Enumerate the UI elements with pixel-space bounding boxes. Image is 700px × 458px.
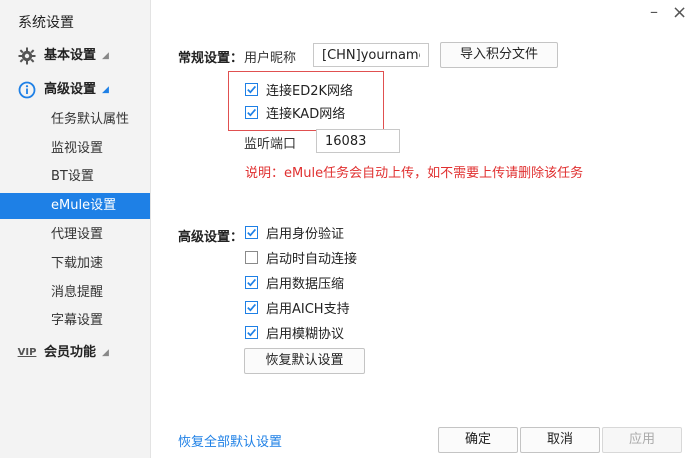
ed2k-checkbox[interactable]: 连接ED2K网络 [245, 79, 353, 99]
auth-label: 启用身份验证 [266, 226, 345, 242]
restore-defaults-button[interactable]: 恢复默认设置 [244, 348, 365, 374]
kad-checkbox[interactable]: 连接KAD网络 [245, 102, 345, 122]
general-section-label: 常规设置： [178, 51, 244, 66]
aich-checkbox[interactable]: 启用AICH支持 [245, 297, 350, 317]
nickname-label: 用户昵称 [244, 51, 297, 66]
sidebar-item-accelerate[interactable]: 下载加速 [0, 251, 150, 277]
minimize-button[interactable]: – [650, 2, 658, 21]
close-button[interactable]: × [672, 2, 687, 23]
checkbox-checked-icon [245, 225, 258, 239]
ed2k-label: 连接ED2K网络 [266, 83, 354, 99]
cancel-button[interactable]: 取消 [520, 427, 600, 453]
triangle-icon: ◢ [102, 348, 109, 358]
sidebar-item-task-defaults[interactable]: 任务默认属性 [0, 107, 150, 133]
sidebar-item-emule[interactable]: eMule设置 [0, 193, 150, 219]
compression-label: 启用数据压缩 [266, 276, 345, 292]
kad-label: 连接KAD网络 [266, 106, 346, 122]
nickname-input[interactable] [313, 43, 429, 67]
checkbox-checked-icon [245, 325, 258, 339]
checkbox-checked-icon [245, 275, 258, 289]
advanced-section-label: 高级设置： [178, 230, 244, 245]
window-title: 系统设置 [18, 15, 74, 31]
obfuscation-checkbox[interactable]: 启用模糊协议 [245, 322, 344, 342]
info-icon [18, 81, 36, 99]
sidebar-group-vip[interactable]: VIP 会员功能 ◢ [18, 341, 109, 365]
vip-icon: VIP [17, 347, 37, 358]
aich-label: 启用AICH支持 [266, 301, 350, 317]
sidebar-item-monitor[interactable]: 监视设置 [0, 136, 150, 162]
sidebar-group-basic[interactable]: 基本设置 ◢ [18, 44, 109, 68]
sidebar-group-vip-label: 会员功能 [44, 345, 97, 360]
sidebar-item-proxy[interactable]: 代理设置 [0, 222, 150, 248]
checkbox-checked-icon [245, 82, 258, 96]
triangle-icon: ◢ [102, 51, 109, 61]
port-input[interactable] [316, 129, 400, 153]
sidebar-group-basic-label: 基本设置 [44, 48, 97, 63]
restore-all-defaults-link[interactable]: 恢复全部默认设置 [178, 431, 282, 450]
checkbox-checked-icon [245, 300, 258, 314]
import-points-button[interactable]: 导入积分文件 [440, 42, 558, 68]
checkbox-checked-icon [245, 105, 258, 119]
ok-button[interactable]: 确定 [438, 427, 518, 453]
compression-checkbox[interactable]: 启用数据压缩 [245, 272, 344, 292]
sidebar: 系统设置 基本设置 ◢ 高级设置 ◢ 任务默认属性 监视设置 BT设置 eMul… [0, 0, 151, 458]
sidebar-item-subtitles[interactable]: 字幕设置 [0, 308, 150, 334]
sidebar-group-advanced[interactable]: 高级设置 ◢ [18, 78, 109, 102]
apply-button[interactable]: 应用 [602, 427, 682, 453]
triangle-icon: ◢ [102, 85, 109, 95]
sidebar-group-advanced-label: 高级设置 [44, 82, 97, 97]
checkbox-unchecked-icon [245, 250, 258, 264]
auth-checkbox[interactable]: 启用身份验证 [245, 222, 344, 242]
auto-connect-label: 启动时自动连接 [266, 251, 358, 267]
obfuscation-label: 启用模糊协议 [266, 326, 345, 342]
emule-upload-note: 说明：eMule任务会自动上传，如不需要上传请删除该任务 [245, 166, 584, 181]
gear-icon [18, 47, 36, 65]
auto-connect-checkbox[interactable]: 启动时自动连接 [245, 247, 357, 267]
port-label: 监听端口 [244, 137, 297, 152]
sidebar-item-notifications[interactable]: 消息提醒 [0, 280, 150, 306]
sidebar-item-bt[interactable]: BT设置 [0, 164, 150, 190]
